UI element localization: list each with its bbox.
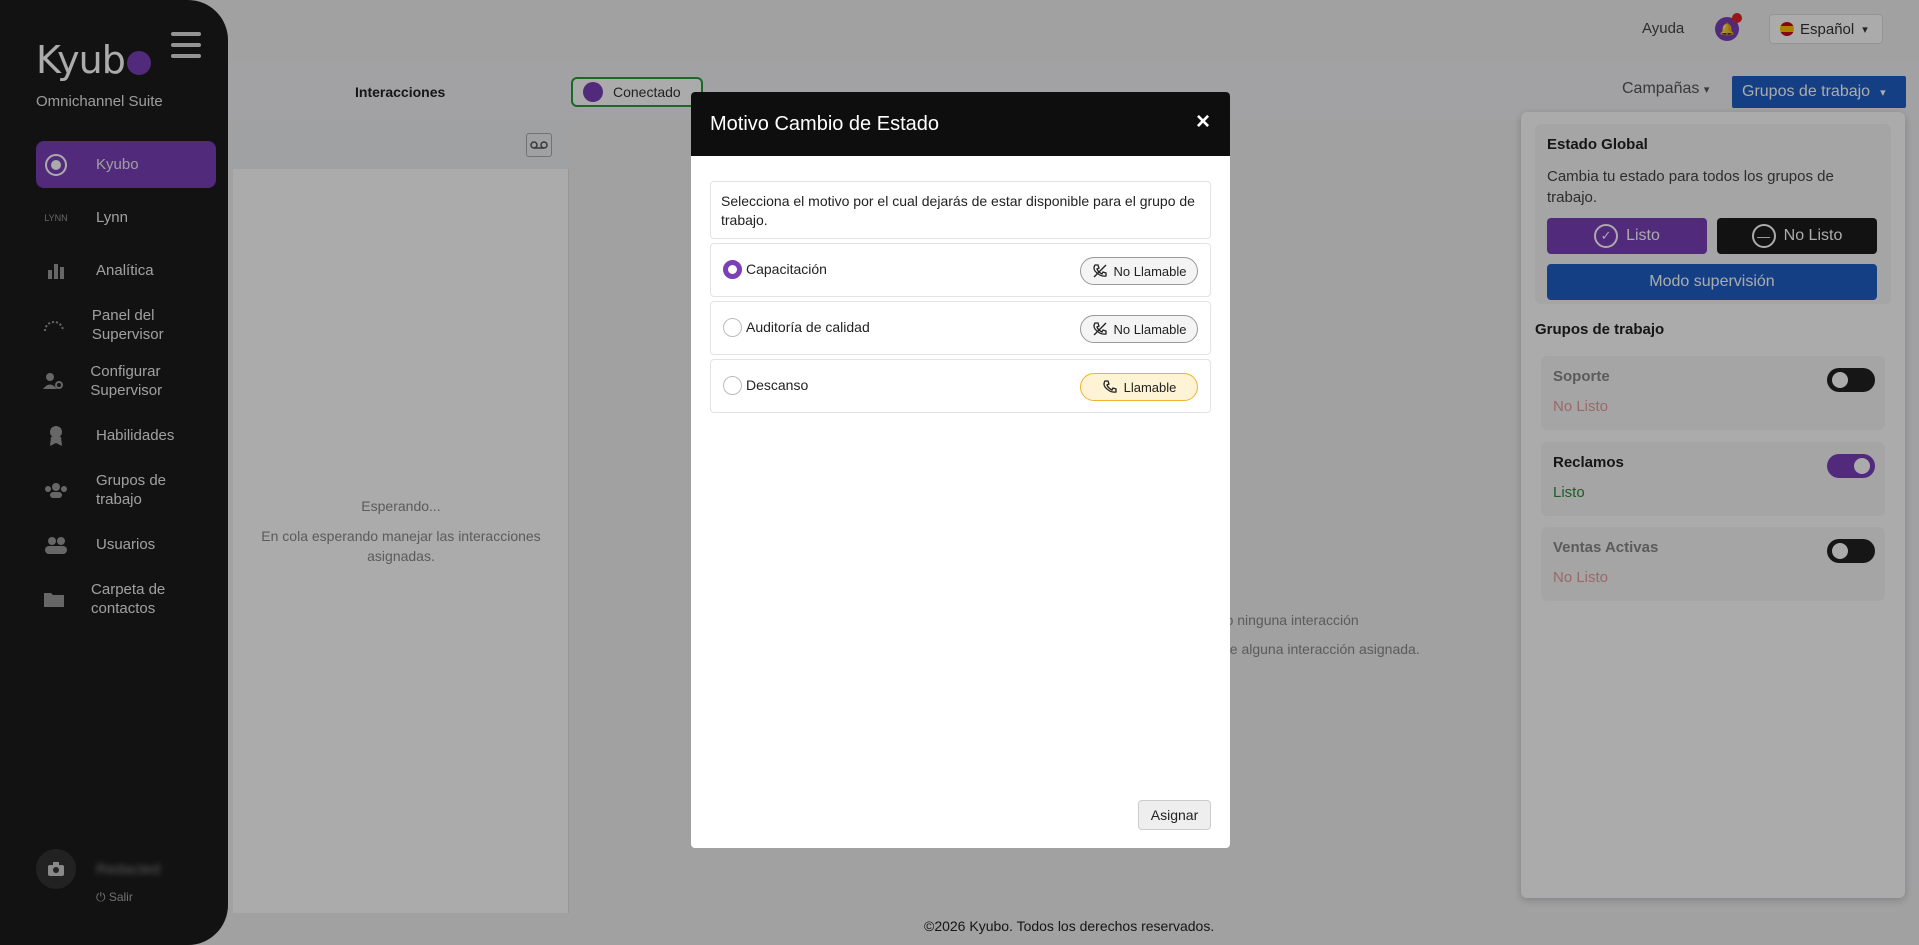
reason-option-auditoria[interactable]: Auditoría de calidad No Llamable	[710, 301, 1211, 355]
status-change-modal: Motivo Cambio de Estado × Selecciona el …	[691, 92, 1230, 848]
reason-label: Descanso	[746, 377, 809, 393]
reason-option-capacitacion[interactable]: Capacitación No Llamable	[710, 243, 1211, 297]
modal-title: Motivo Cambio de Estado	[710, 112, 940, 135]
reason-option-descanso[interactable]: Descanso Llamable	[710, 359, 1211, 413]
modal-body: Selecciona el motivo por el cual dejarás…	[710, 181, 1211, 417]
reason-label: Capacitación	[746, 261, 827, 277]
radio-button[interactable]	[723, 260, 742, 279]
modal-intro: Selecciona el motivo por el cual dejarás…	[710, 181, 1211, 239]
not-callable-badge: No Llamable	[1080, 315, 1198, 343]
phone-icon	[1102, 379, 1118, 395]
not-callable-badge: No Llamable	[1080, 257, 1198, 285]
radio-button[interactable]	[723, 318, 742, 337]
modal-header: Motivo Cambio de Estado ×	[691, 92, 1230, 156]
phone-off-icon	[1092, 321, 1108, 337]
reason-label: Auditoría de calidad	[746, 319, 870, 335]
radio-button[interactable]	[723, 376, 742, 395]
assign-button[interactable]: Asignar	[1138, 800, 1211, 830]
close-icon[interactable]: ×	[1196, 108, 1210, 136]
callable-badge: Llamable	[1080, 373, 1198, 401]
phone-off-icon	[1092, 263, 1108, 279]
